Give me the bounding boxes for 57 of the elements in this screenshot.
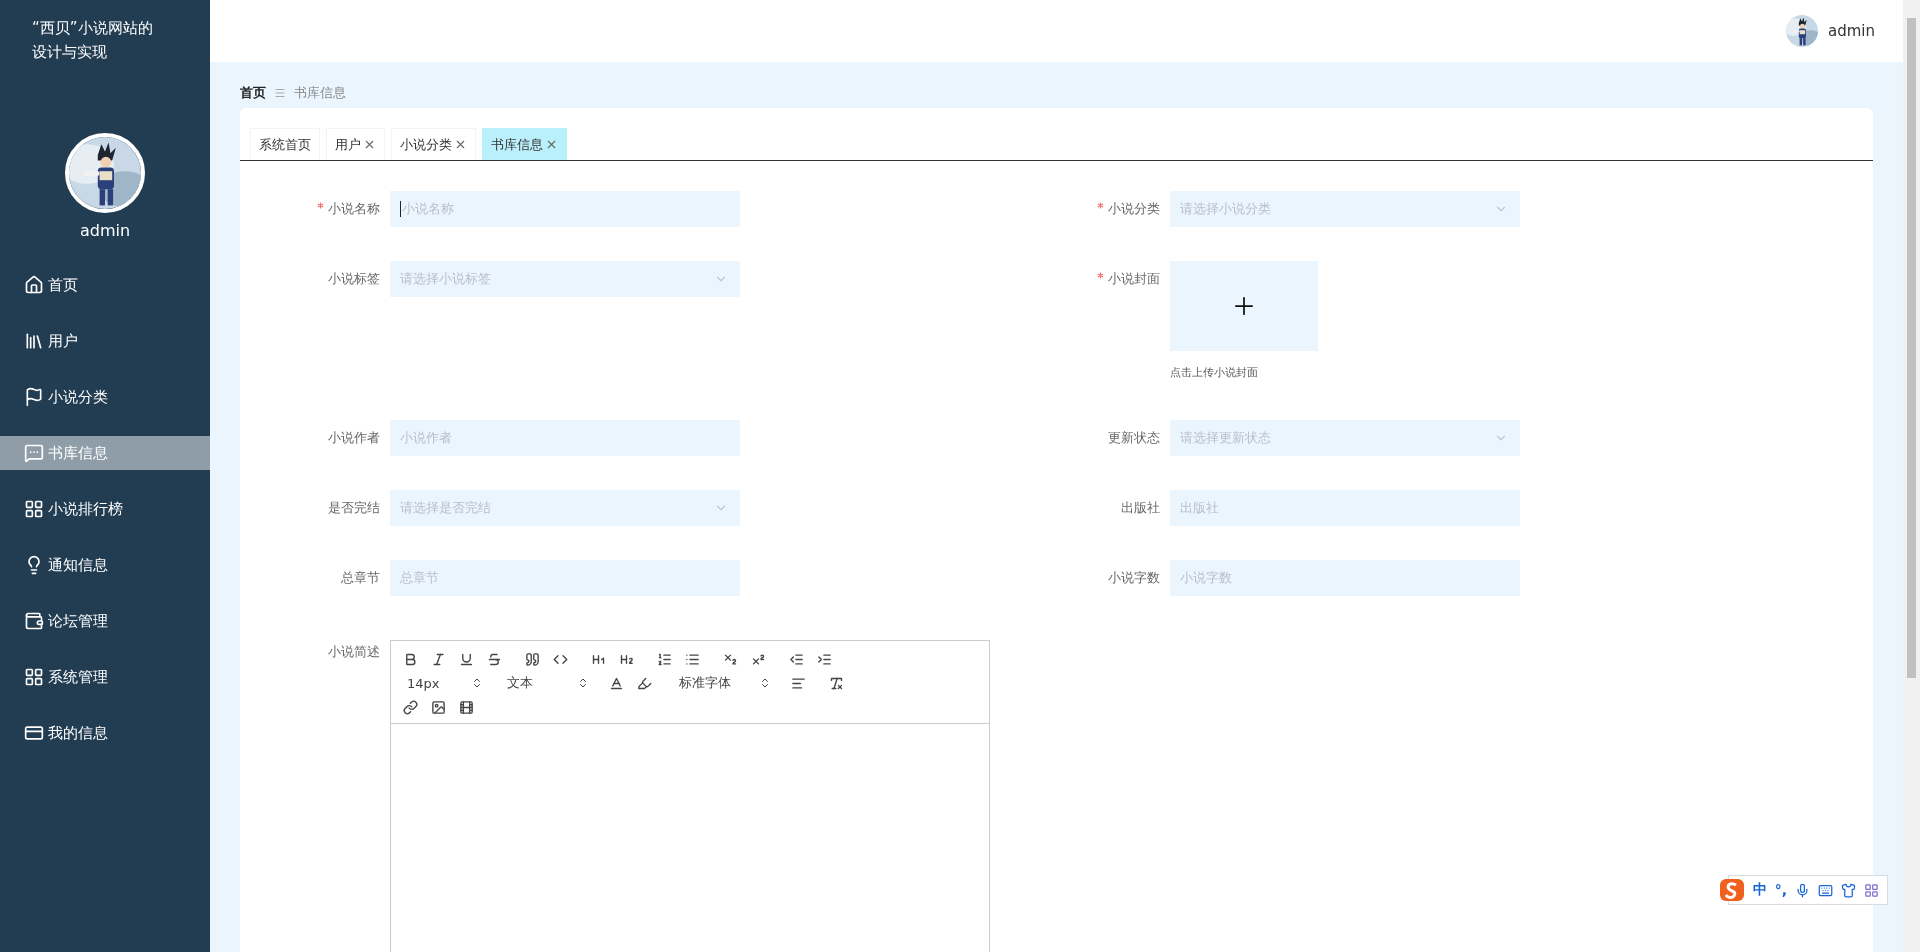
required-icon <box>1097 202 1104 209</box>
menu-item[interactable]: 小说分类 <box>0 380 210 414</box>
up-down-icon <box>577 677 589 689</box>
shirt-icon[interactable] <box>1841 882 1856 898</box>
upload-hint: 点击上传小说封面 <box>1170 365 1259 380</box>
site-title: “西贝”小说网站的设计与实现 <box>31 18 154 63</box>
wallet-icon <box>24 611 44 631</box>
card-icon <box>24 723 44 743</box>
book-icon <box>24 331 44 351</box>
grid-icon <box>24 499 44 519</box>
menu-item[interactable]: 首页 <box>0 268 210 302</box>
home-icon <box>24 275 44 295</box>
field-label: 小说标签 <box>327 270 380 288</box>
chat-icon <box>24 443 44 463</box>
flag-icon <box>24 387 44 407</box>
tab[interactable]: 系统首页 <box>250 128 320 160</box>
tab[interactable]: 书库信息 <box>482 128 567 160</box>
close-icon[interactable] <box>363 138 376 151</box>
heading-picker[interactable]: 文本 <box>503 673 589 693</box>
breadcrumb-item[interactable]: 首页 <box>240 84 266 102</box>
field-label: 小说名称 <box>240 191 380 227</box>
field-label: 是否完结 <box>327 499 380 517</box>
field-label: 出版社 <box>1120 499 1160 517</box>
grid-icon <box>24 667 44 687</box>
user-name: admin <box>79 221 131 240</box>
close-icon[interactable] <box>545 138 558 151</box>
font-size-picker[interactable]: 14px <box>403 673 483 693</box>
grid-icon[interactable] <box>1864 882 1879 898</box>
required-icon <box>1097 272 1104 279</box>
field-label: 小说作者 <box>327 429 380 447</box>
up-down-icon <box>759 677 771 689</box>
punctuation-mode[interactable]: °, <box>1774 882 1787 898</box>
breadcrumb-item: 书库信息 <box>294 84 346 102</box>
input-mode[interactable]: 中 <box>1752 881 1767 899</box>
field-label: 总章节 <box>340 569 380 587</box>
field-label: 小说字数 <box>1107 569 1160 587</box>
tab[interactable]: 小说分类 <box>391 128 476 160</box>
field-label: 小说封面 <box>1020 261 1160 297</box>
menu-item[interactable]: 通知信息 <box>0 548 210 582</box>
user-name[interactable]: admin <box>1828 22 1875 40</box>
scrollbar[interactable] <box>1903 0 1920 952</box>
menu-item[interactable]: 论坛管理 <box>0 604 210 638</box>
up-down-icon <box>471 677 483 689</box>
separator-icon <box>274 87 286 99</box>
menu-item[interactable]: 小说排行榜 <box>0 492 210 526</box>
keyboard-icon[interactable] <box>1818 882 1833 898</box>
field-label: 更新状态 <box>1107 429 1160 447</box>
menu-item[interactable]: 用户 <box>0 324 210 358</box>
close-icon[interactable] <box>454 138 467 151</box>
menu-item[interactable]: 我的信息 <box>0 716 210 750</box>
menu-item[interactable]: 系统管理 <box>0 660 210 694</box>
microphone-icon[interactable] <box>1795 882 1810 898</box>
font-family-picker[interactable]: 标准字体 <box>675 673 771 693</box>
required-icon <box>317 202 324 209</box>
field-label: 小说简述 <box>327 643 380 661</box>
field-label: 小说分类 <box>1020 191 1160 227</box>
tab[interactable]: 用户 <box>326 128 385 160</box>
